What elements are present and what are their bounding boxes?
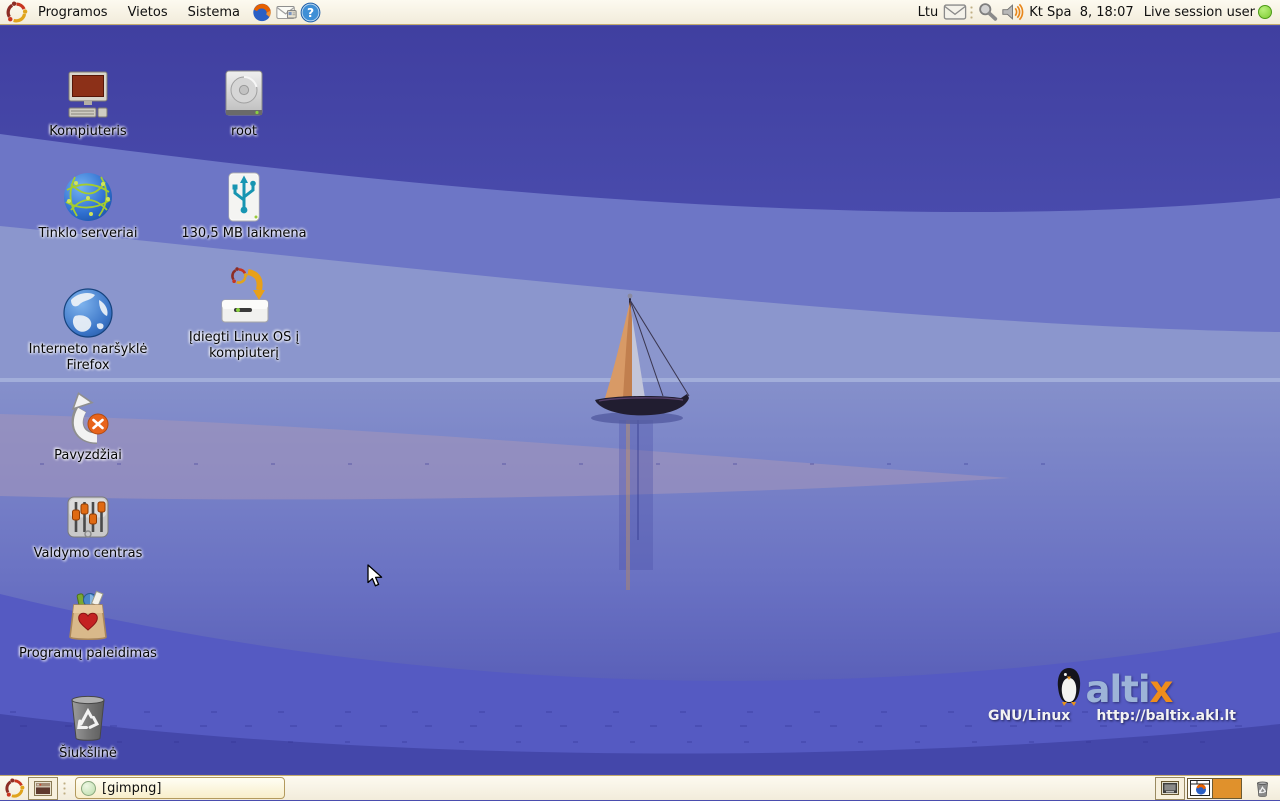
desktop-icon-valdymo-centras[interactable]: Valdymo centras xyxy=(13,488,163,562)
desktop-icon-label: root xyxy=(231,124,257,140)
mail-launcher-icon[interactable] xyxy=(274,0,298,25)
window-list-item[interactable]: [gimpng] xyxy=(75,777,285,799)
desktop-icon-label: 130,5 MB laikmena xyxy=(181,226,306,242)
web-browser-globe-icon xyxy=(61,284,115,340)
desktop-icon-label: Pavyzdžiai xyxy=(54,448,122,464)
firefox-window-miniature xyxy=(1190,780,1210,796)
desktop-icon-label: Interneto naršyklė Firefox xyxy=(15,342,161,375)
desktop-icon-install-linux[interactable]: Įdiegti Linux OS į kompiuterį xyxy=(169,266,319,363)
desktop-icon-label: Kompiuteris xyxy=(49,124,126,140)
desktop-icon-tinklo-serveriai[interactable]: Tinklo serveriai xyxy=(13,168,163,242)
usb-drive-icon xyxy=(217,168,271,224)
desktop-icon-pavyzdziai[interactable]: Pavyzdžiai xyxy=(13,390,163,464)
baltix-logo-text: alti xyxy=(1086,673,1150,706)
menu-programos[interactable]: Programos xyxy=(28,0,118,25)
desktop-icon-usb-media[interactable]: 130,5 MB laikmena xyxy=(169,168,319,242)
clock[interactable]: Kt Spa 8, 18:07 xyxy=(1024,5,1139,20)
show-desktop-button[interactable] xyxy=(28,777,58,800)
workspace-switcher[interactable] xyxy=(1187,778,1242,799)
baltix-logo: alti x xyxy=(1052,666,1173,706)
network-servers-icon xyxy=(61,168,115,224)
baltix-menu-logo-icon[interactable] xyxy=(4,0,28,25)
desktop-icon-kompiuteris[interactable]: Kompiuteris xyxy=(13,66,163,140)
menu-sistema[interactable]: Sistema xyxy=(178,0,250,25)
desktop-icon-label: Šiukšlinė xyxy=(59,746,117,762)
user-status-icon[interactable] xyxy=(1258,5,1272,19)
baltix-bottom-logo-icon[interactable] xyxy=(2,776,26,801)
baltix-penguin-icon xyxy=(1052,666,1086,706)
help-launcher-icon[interactable]: ? xyxy=(298,0,322,25)
harddisk-icon xyxy=(217,66,271,122)
top-panel: Programos Vietos Sistema ? Ltu xyxy=(0,0,1280,25)
examples-link-icon xyxy=(61,390,115,446)
app-install-bag-icon xyxy=(61,588,115,644)
mouse-cursor xyxy=(366,564,388,588)
volume-icon[interactable] xyxy=(1000,0,1024,25)
user-switcher[interactable]: Live session user xyxy=(1139,5,1258,20)
bottom-panel: [gimpng] xyxy=(0,775,1280,800)
desktop: Kompiuteris xyxy=(0,26,1280,774)
search-tool-icon[interactable] xyxy=(976,0,1000,25)
keyboard-layout-indicator[interactable]: Ltu xyxy=(913,5,944,20)
baltix-tagline: GNU/Linux http://baltix.akl.lt xyxy=(988,708,1236,724)
control-center-icon xyxy=(61,488,115,544)
workspace-1[interactable] xyxy=(1188,779,1213,798)
window-icon xyxy=(81,781,96,796)
desktop-icon-label: Valdymo centras xyxy=(34,546,143,562)
desktop-icon-label: Programų paleidimas xyxy=(19,646,157,662)
mail-notification-icon[interactable] xyxy=(943,0,967,25)
baltix-branding: alti x GNU/Linux http://baltix.akl.lt xyxy=(988,666,1236,724)
workspace-2-active[interactable] xyxy=(1213,779,1241,798)
window-list-separator xyxy=(62,780,67,797)
panel-trash-icon[interactable] xyxy=(1250,776,1274,801)
install-system-icon xyxy=(208,266,280,328)
desktop-icon-label: Tinklo serveriai xyxy=(39,226,138,242)
desktop-icon-root[interactable]: root xyxy=(169,66,319,140)
desktop-icon-label: Įdiegti Linux OS į kompiuterį xyxy=(171,330,317,363)
desktop-icon-firefox[interactable]: Interneto naršyklė Firefox xyxy=(13,284,163,375)
window-title: [gimpng] xyxy=(102,781,161,796)
desktop-icon-siuksline[interactable]: Šiukšlinė xyxy=(13,688,163,762)
show-desktop-icon xyxy=(34,781,52,796)
desktop-icon-programu-paleidimas[interactable]: Programų paleidimas xyxy=(13,588,163,662)
tray-window-button[interactable] xyxy=(1155,777,1185,800)
svg-text:?: ? xyxy=(306,5,313,19)
computer-icon xyxy=(61,66,115,122)
menu-vietos[interactable]: Vietos xyxy=(118,0,178,25)
tray-separator xyxy=(969,4,974,21)
screenshot-window-icon xyxy=(1161,781,1179,795)
trash-icon xyxy=(61,688,115,744)
firefox-launcher-icon[interactable] xyxy=(250,0,274,25)
baltix-logo-x: x xyxy=(1150,673,1173,706)
